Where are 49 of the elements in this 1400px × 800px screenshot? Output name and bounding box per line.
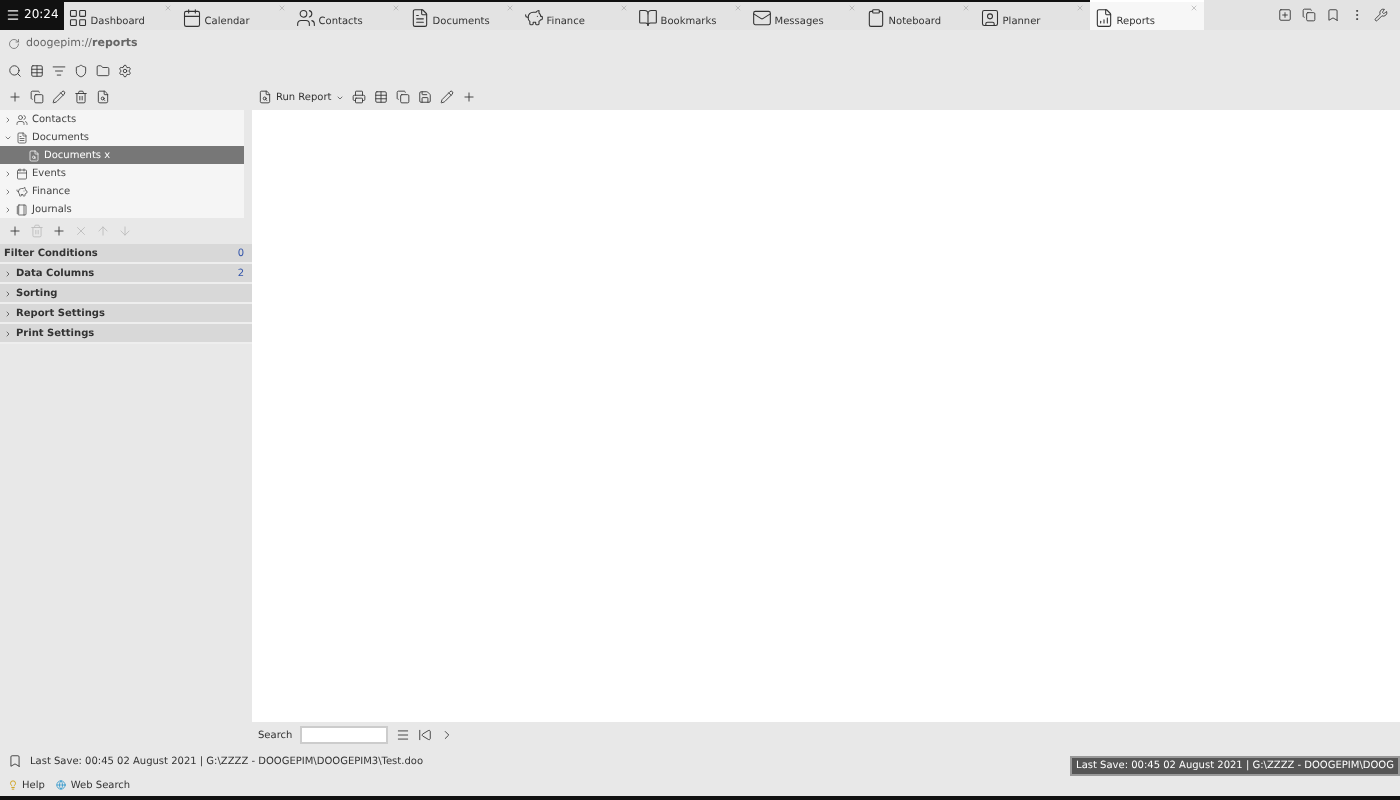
tab-icon <box>68 8 89 28</box>
settings-icon[interactable] <box>118 64 132 78</box>
tab-icon <box>866 8 887 28</box>
bookmark-icon[interactable] <box>8 754 22 768</box>
edit-icon[interactable] <box>439 90 454 104</box>
document-icon[interactable] <box>96 90 110 104</box>
delete-icon[interactable] <box>74 90 88 104</box>
document-icon <box>28 149 40 161</box>
tab-icon <box>524 8 545 28</box>
bookmark-icon[interactable] <box>1326 8 1340 22</box>
add-icon[interactable] <box>461 90 476 104</box>
folder-icon[interactable] <box>96 64 110 78</box>
tree-item-icon <box>16 131 28 143</box>
tab-icon <box>182 8 203 28</box>
printer-icon[interactable] <box>351 90 366 104</box>
add-icon[interactable] <box>8 224 22 238</box>
tree-item-icon <box>16 113 28 125</box>
copy-icon[interactable] <box>395 90 410 104</box>
tab-icon <box>752 8 773 28</box>
lightbulb-icon <box>8 780 18 790</box>
table-icon[interactable] <box>30 64 44 78</box>
filter-icon[interactable] <box>52 64 66 78</box>
tab-icon <box>638 8 659 28</box>
refresh-icon[interactable] <box>8 38 20 50</box>
pages-icon[interactable] <box>1302 8 1316 22</box>
tab-icon <box>1094 8 1115 28</box>
shield-icon[interactable] <box>74 64 88 78</box>
add-icon[interactable] <box>52 224 66 238</box>
save-icon[interactable] <box>417 90 432 104</box>
copy-icon[interactable] <box>30 90 44 104</box>
search-icon[interactable] <box>8 64 22 78</box>
table-icon[interactable] <box>373 90 388 104</box>
add-tab-icon[interactable] <box>1278 8 1292 22</box>
menu-icon <box>6 8 20 22</box>
first-page-icon[interactable] <box>418 728 433 742</box>
tree-item-icon <box>16 203 28 215</box>
edit-icon[interactable] <box>52 90 66 104</box>
document-icon <box>258 90 272 104</box>
tab-icon <box>980 8 1001 28</box>
wrench-icon[interactable] <box>1374 8 1388 22</box>
menu-icon[interactable] <box>396 728 411 742</box>
add-icon[interactable] <box>8 90 22 104</box>
tree-item-icon <box>16 167 28 179</box>
tab-icon <box>296 8 317 28</box>
tree-item-icon <box>16 185 28 197</box>
globe-icon <box>56 780 67 790</box>
tab-icon <box>410 8 431 28</box>
next-icon[interactable] <box>440 728 455 742</box>
search-field[interactable] <box>300 726 389 744</box>
